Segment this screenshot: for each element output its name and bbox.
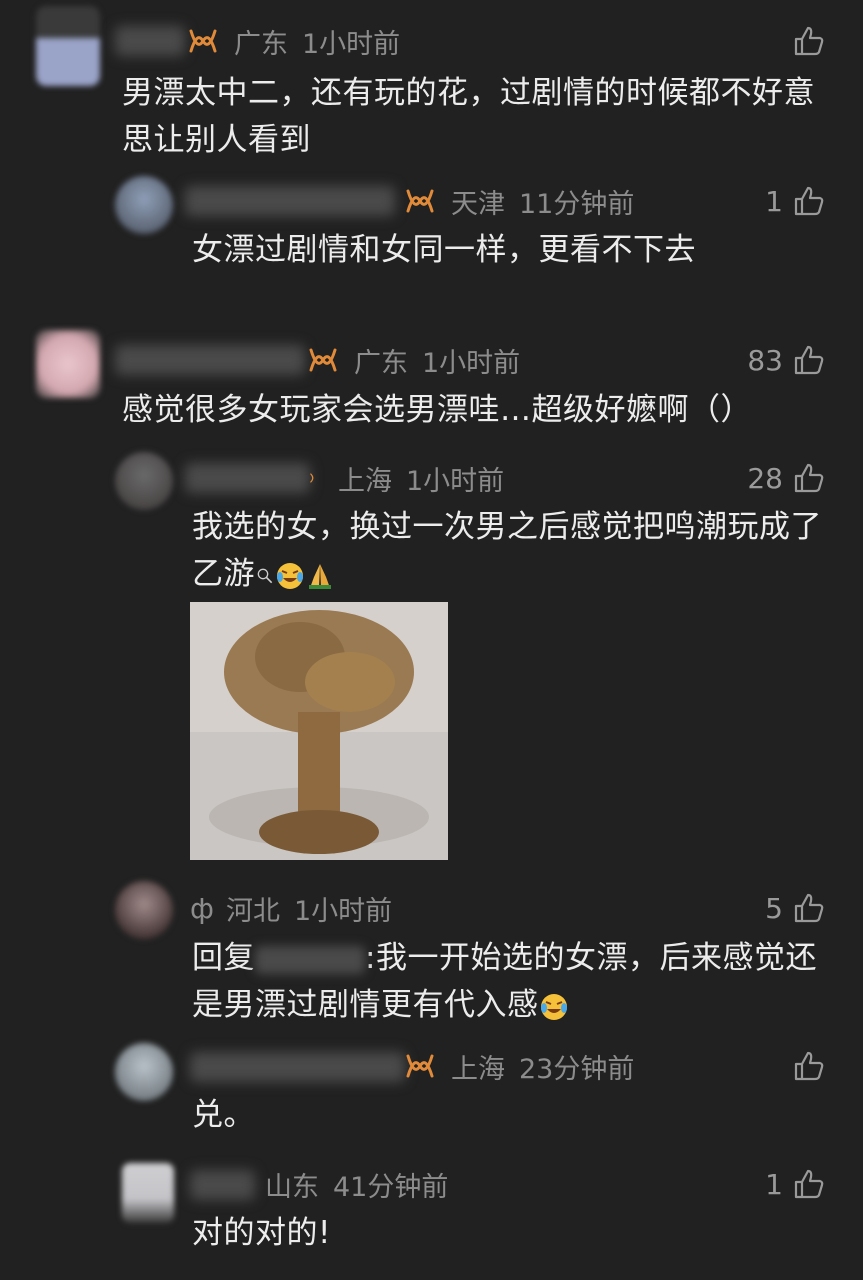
- timestamp: 1小时前: [293, 895, 393, 927]
- like-button[interactable]: 28: [747, 458, 825, 498]
- comment-text: 兑。: [192, 1097, 255, 1133]
- vip-badge-icon: [406, 1054, 434, 1078]
- like-count: 28: [747, 461, 783, 495]
- comment-text-segment: :我一开始选的女漂，后来感觉还: [365, 940, 817, 976]
- mushroom-cloud-image: [190, 602, 448, 860]
- like-button[interactable]: 1: [765, 181, 825, 221]
- vip-badge-icon: [406, 189, 434, 213]
- like-button[interactable]: [783, 21, 825, 61]
- like-button[interactable]: 83: [747, 340, 825, 380]
- like-count: 83: [747, 343, 783, 377]
- comment-meta: 上海 23分钟前: [405, 1046, 634, 1086]
- comment-text: 感觉很多女玩家会选男漂哇…超级好嬷啊（）: [122, 392, 752, 428]
- keyword-link[interactable]: 乙游: [192, 556, 255, 592]
- comment-text-line: 乙游: [192, 551, 842, 598]
- location: 天津: [451, 188, 505, 220]
- comment-text: 女漂过剧情和女同一样，更看不下去: [192, 232, 696, 268]
- thumb-up-icon: [794, 26, 824, 56]
- like-button[interactable]: 5: [765, 888, 825, 928]
- reply-prefix: 回复: [192, 940, 255, 976]
- comment-meta: 广东 1小时前: [308, 340, 520, 380]
- pray-hands-emoji-icon: [309, 563, 331, 589]
- thumb-up-icon: [794, 893, 824, 923]
- search-icon[interactable]: [255, 566, 275, 586]
- comment-text: 回复 :我一开始选的女漂，后来感觉还 是男漂过剧情更有代入感: [192, 935, 842, 1029]
- username-redacted[interactable]: [115, 26, 185, 56]
- thumb-up-icon: [794, 463, 824, 493]
- avatar[interactable]: [115, 1043, 173, 1101]
- vip-badge-icon: [189, 29, 217, 53]
- attached-image[interactable]: [190, 602, 448, 860]
- comment-meta: 山东 41分钟前: [265, 1164, 448, 1204]
- comment-text-line: 我选的女，换过一次男之后感觉把鸣潮玩成了: [192, 509, 822, 545]
- avatar[interactable]: [36, 330, 100, 398]
- comment-meta: ф 河北 1小时前: [190, 888, 392, 928]
- like-count: 1: [765, 1167, 783, 1201]
- timestamp: 1小时前: [422, 347, 521, 379]
- phi-badge-icon: ф: [190, 891, 214, 925]
- username-redacted[interactable]: [190, 1052, 405, 1082]
- comment-text: 我选的女，换过一次男之后感觉把鸣潮玩成了 乙游: [192, 504, 842, 598]
- avatar[interactable]: [115, 881, 173, 939]
- timestamp: 1小时前: [406, 465, 505, 497]
- comment-meta: 天津 11分钟前: [405, 181, 634, 221]
- timestamp: 11分钟前: [519, 188, 635, 220]
- like-button[interactable]: 1: [765, 1164, 825, 1204]
- comment-text: 男漂太中二，还有玩的花，过剧情的时候都不好意思让别人看到: [122, 75, 815, 158]
- thumb-up-icon: [794, 345, 824, 375]
- like-count: 5: [765, 891, 783, 925]
- like-count: 1: [765, 184, 783, 218]
- avatar[interactable]: [36, 6, 100, 86]
- username-redacted[interactable]: [185, 463, 310, 493]
- location: 上海: [338, 465, 392, 497]
- crying-laugh-emoji-icon: [540, 993, 567, 1020]
- timestamp: 1小时前: [302, 28, 401, 60]
- vip-badge-icon: [309, 348, 337, 372]
- thumb-up-icon: [794, 186, 824, 216]
- thumb-up-icon: [794, 1169, 824, 1199]
- crying-laugh-emoji-icon: [277, 562, 303, 589]
- location: 广东: [234, 28, 288, 60]
- username-redacted[interactable]: [190, 1170, 255, 1200]
- location: 广东: [354, 347, 408, 379]
- avatar[interactable]: [115, 452, 173, 510]
- like-button[interactable]: [783, 1046, 825, 1086]
- location: 上海: [451, 1053, 505, 1085]
- comment-meta: 广东 1小时前: [188, 21, 400, 61]
- thumb-up-icon: [794, 1051, 824, 1081]
- avatar[interactable]: [115, 176, 173, 234]
- comment-text-line: 是男漂过剧情更有代入感: [192, 982, 842, 1029]
- reply-username-redacted[interactable]: [255, 945, 365, 974]
- comment-text-line: 回复 :我一开始选的女漂，后来感觉还: [192, 935, 842, 982]
- location: 山东: [265, 1171, 319, 1203]
- timestamp: 41分钟前: [333, 1171, 449, 1203]
- vip-badge-icon: [310, 473, 314, 483]
- timestamp: 23分钟前: [519, 1053, 635, 1085]
- comment-text: 对的对的!: [192, 1215, 331, 1251]
- username-redacted[interactable]: [115, 345, 305, 375]
- avatar[interactable]: [122, 1163, 174, 1223]
- location: 河北: [225, 895, 280, 927]
- username-redacted[interactable]: [185, 186, 395, 216]
- comment-text-segment: 是男漂过剧情更有代入感: [192, 987, 539, 1023]
- comment-meta: 上海 1小时前: [310, 458, 504, 498]
